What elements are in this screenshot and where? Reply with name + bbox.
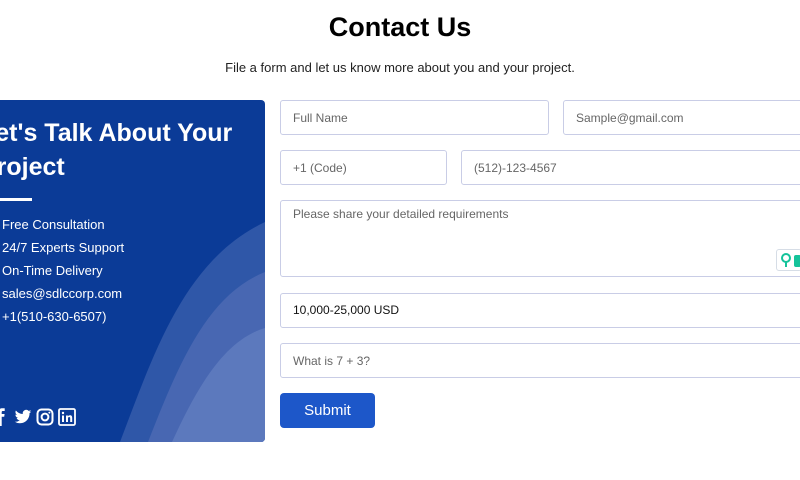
facebook-icon[interactable] [0,408,10,426]
phone-input[interactable] [461,150,800,185]
linkedin-icon[interactable] [58,408,76,426]
contact-email[interactable]: sales@sdlccorp.com [2,282,124,305]
panel-divider [0,198,32,201]
instagram-icon[interactable] [36,408,54,426]
page-title: Contact Us [328,12,472,42]
requirements-textarea[interactable] [280,200,800,277]
contact-phone[interactable]: +1(510-630-6507) [2,305,124,328]
feature-delivery: On-Time Delivery [2,263,103,278]
feature-list: Free Consultation 24/7 Experts Support O… [2,213,124,328]
captcha-input[interactable] [280,343,800,378]
budget-select[interactable]: 10,000-25,000 USD [280,293,800,328]
feature-free-consultation: Free Consultation [2,217,105,232]
social-links [0,408,76,426]
country-code-input[interactable] [280,150,447,185]
contact-info-panel: Let's Talk About Your Project Free Consu… [0,100,265,442]
email-input[interactable] [563,100,800,135]
page-subtitle: File a form and let us know more about y… [225,60,575,75]
full-name-input[interactable] [280,100,549,135]
panel-heading-line1: Let's Talk About Your [0,119,233,147]
submit-button[interactable]: Submit [280,393,375,428]
panel-heading: Let's Talk About Your Project [0,116,265,184]
grammarly-icon[interactable] [776,249,800,271]
feature-support: 24/7 Experts Support [2,240,125,255]
panel-heading-line2: Project [0,153,65,181]
twitter-icon[interactable] [14,408,32,426]
